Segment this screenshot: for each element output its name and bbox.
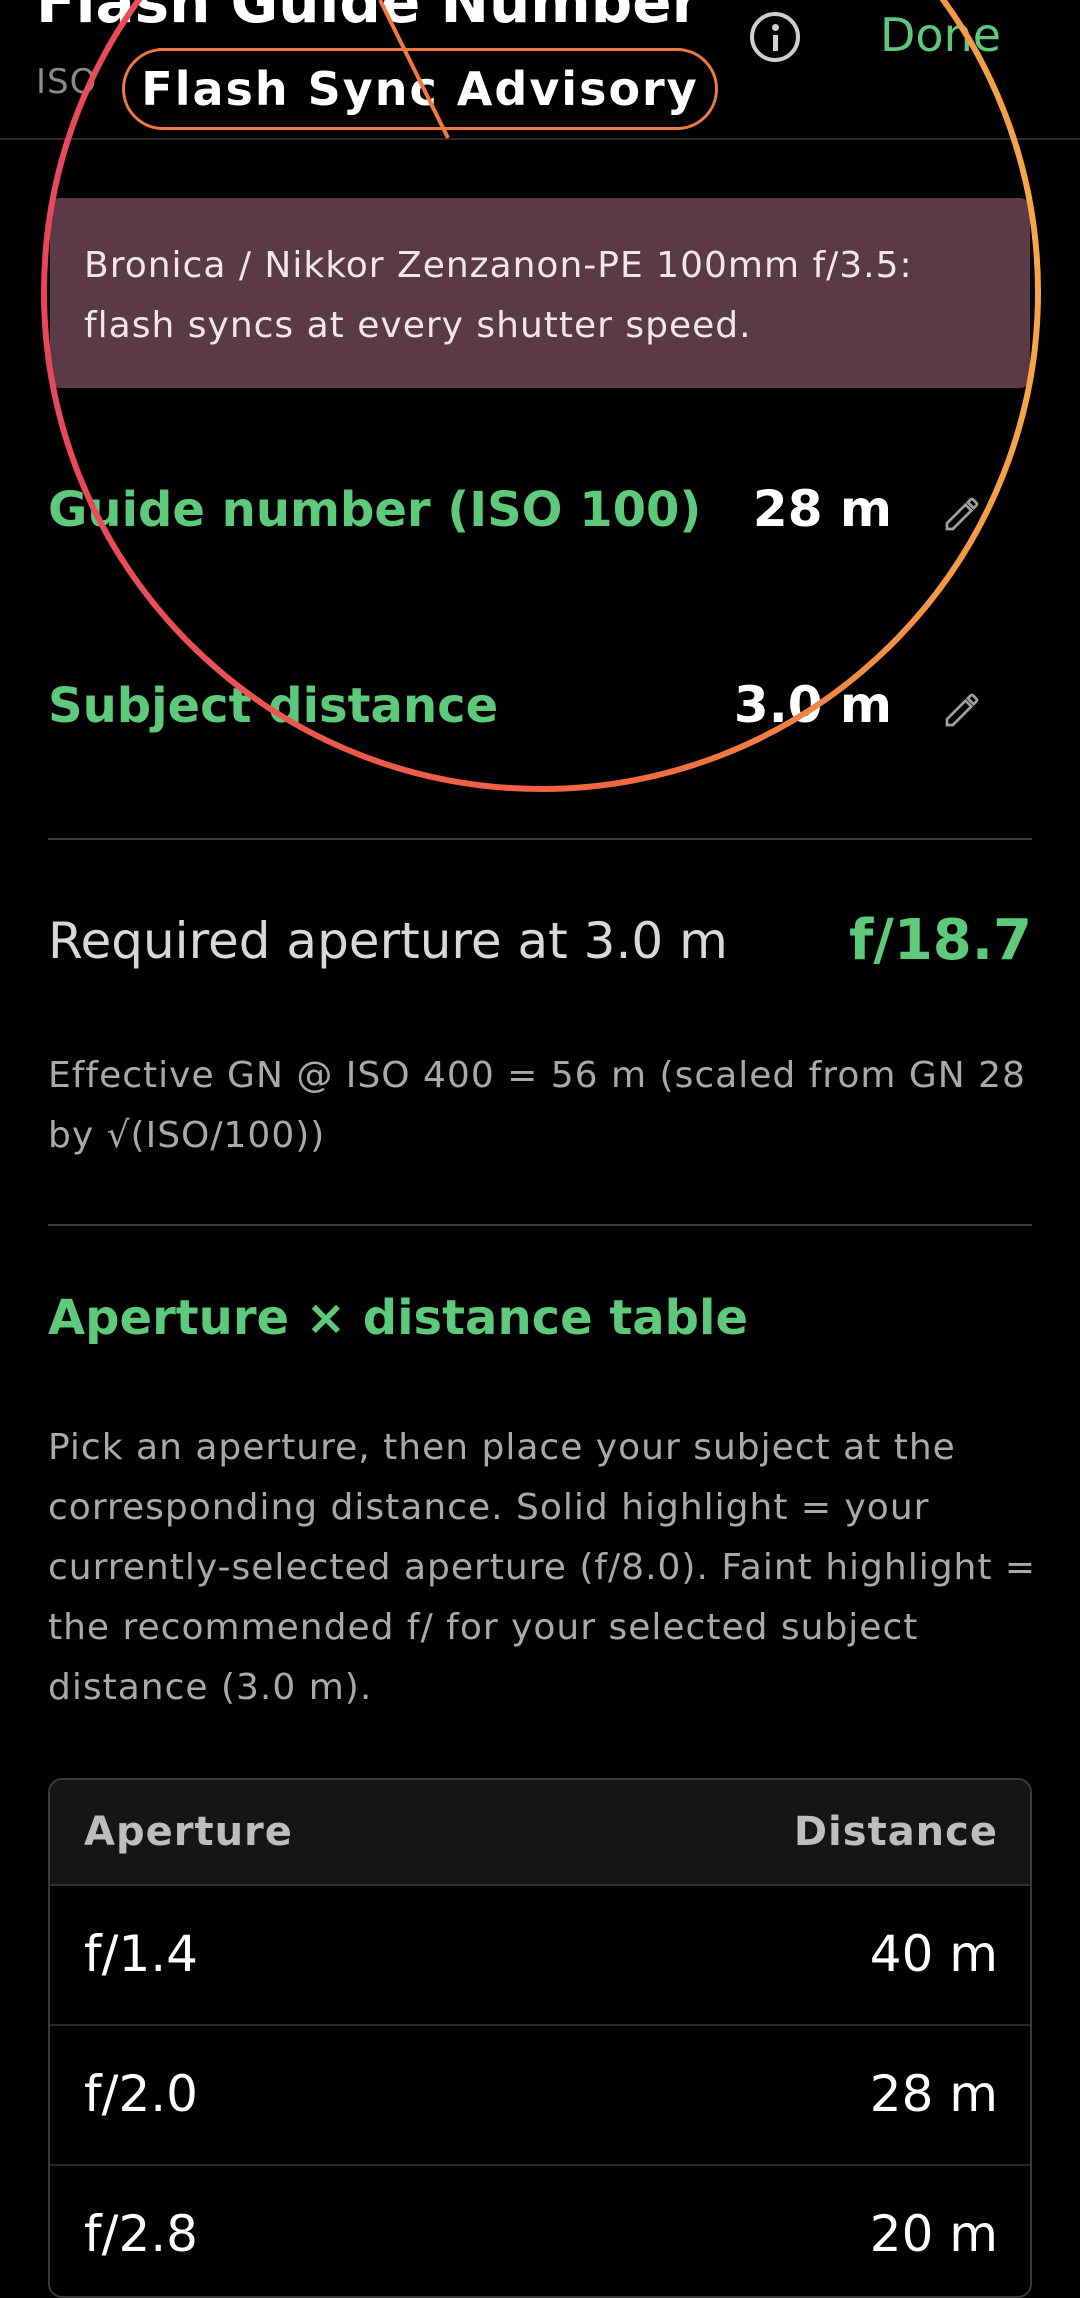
- info-icon[interactable]: [750, 12, 800, 62]
- required-aperture-value: f/18.7: [849, 908, 1032, 973]
- subject-distance-label: Subject distance: [48, 678, 499, 734]
- row-aperture: f/1.4: [84, 1925, 198, 1983]
- aperture-distance-table: Aperture Distance f/1.4 40 m f/2.0 28 m …: [48, 1778, 1032, 2298]
- info-icon-dot: [772, 24, 779, 31]
- row-distance: 28 m: [869, 2065, 998, 2123]
- flash-sync-advisory-chip[interactable]: Flash Sync Advisory: [122, 48, 718, 130]
- edit-subject-distance-icon[interactable]: [942, 690, 982, 730]
- info-icon-bar: [773, 35, 778, 51]
- advisory-banner: Bronica / Nikkor Zenzanon-PE 100mm f/3.5…: [50, 198, 1030, 388]
- subject-distance-value[interactable]: 3.0 m: [734, 676, 892, 734]
- page-subtitle: ISO: [36, 62, 98, 102]
- effective-gn-note: Effective GN @ ISO 400 = 56 m (scaled fr…: [48, 1055, 1026, 1156]
- row-aperture: f/2.8: [84, 2205, 198, 2263]
- row-aperture: f/2.0: [84, 2065, 198, 2123]
- column-header-distance: Distance: [793, 1809, 998, 1855]
- row-distance: 20 m: [869, 2205, 998, 2263]
- guide-number-value[interactable]: 28 m: [753, 480, 892, 538]
- page-title: Flash Guide Number: [36, 0, 701, 36]
- divider: [48, 1224, 1032, 1226]
- table-section-description: Pick an aperture, then place your subjec…: [48, 1427, 1037, 1708]
- done-button[interactable]: Done: [880, 8, 1001, 62]
- table-section-title: Aperture × distance table: [48, 1290, 749, 1346]
- column-header-aperture: Aperture: [84, 1809, 293, 1855]
- guide-number-label: Guide number (ISO 100): [48, 482, 702, 538]
- edit-guide-number-icon[interactable]: [942, 494, 982, 534]
- table-row[interactable]: f/2.0 28 m: [50, 2026, 1030, 2166]
- table-row[interactable]: f/1.4 40 m: [50, 1886, 1030, 2026]
- required-aperture-label: Required aperture at 3.0 m: [48, 912, 728, 970]
- table-row[interactable]: f/2.8 20 m: [50, 2166, 1030, 2296]
- table-header: Aperture Distance: [50, 1780, 1030, 1886]
- row-distance: 40 m: [869, 1925, 998, 1983]
- divider: [48, 838, 1032, 840]
